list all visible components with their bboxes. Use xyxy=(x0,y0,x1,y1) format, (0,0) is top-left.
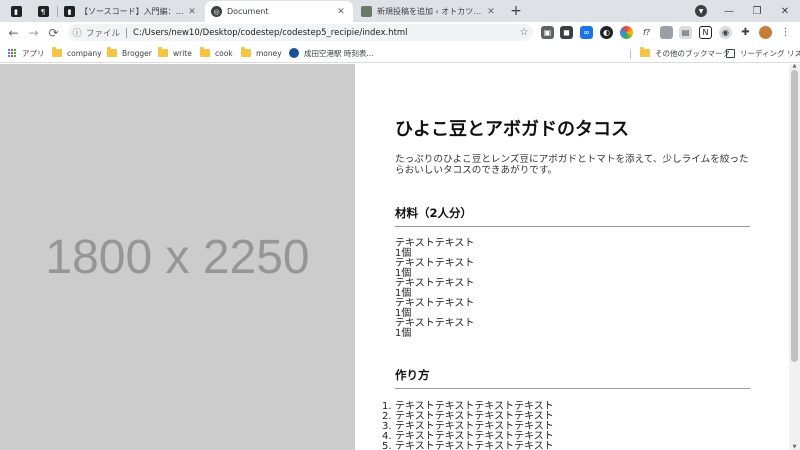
folder-icon xyxy=(640,47,650,57)
bookmark-label: Brogger xyxy=(122,48,152,58)
notion-extension-icon[interactable]: N xyxy=(699,26,712,39)
placeholder-size-text: 1800 x 2250 xyxy=(45,230,310,284)
globe-icon: ◎ xyxy=(211,6,222,17)
close-button[interactable]: ✕ xyxy=(771,0,799,22)
bookmark-apps[interactable]: アプリ xyxy=(8,46,45,60)
forward-button[interactable]: → xyxy=(25,24,42,41)
address-bar[interactable]: ⓘ ファイル C:/Users/new10/Desktop/codestep/c… xyxy=(68,24,533,41)
bookmark-label: アプリ xyxy=(22,48,45,58)
bookmark-label: 成田空港駅 時刻表... xyxy=(304,48,374,58)
browser-window: ▮ ¶ ▮ 【ソースコード】入門編：レシピサイト… ✕ ◎ Document ✕… xyxy=(0,0,800,450)
bookmark-label: write xyxy=(173,48,192,58)
step-text: テキストテキストテキストテキスト xyxy=(395,441,554,450)
bookmark-folder-money[interactable]: money xyxy=(241,46,282,60)
tab-close-icon[interactable]: ✕ xyxy=(485,7,497,17)
tab-close-icon[interactable]: ✕ xyxy=(186,7,198,17)
reload-button[interactable]: ⟳ xyxy=(45,24,62,41)
link-extension-icon[interactable]: ∞ xyxy=(580,26,593,39)
menu-kebab-icon[interactable]: ⋮ xyxy=(779,26,792,39)
bookmark-label: money xyxy=(256,48,282,58)
bookmark-folder-company[interactable]: company xyxy=(52,46,102,60)
extension-icon[interactable]: ◉ xyxy=(719,26,732,39)
scrollbar-thumb[interactable] xyxy=(791,70,798,362)
extension-icon[interactable] xyxy=(660,26,673,39)
scroll-up-arrow[interactable]: ▲ xyxy=(791,64,798,69)
tab-favicon-icon: ▮ xyxy=(64,6,75,17)
bookmark-star-icon[interactable]: ☆ xyxy=(515,27,533,38)
camera-extension-icon[interactable]: ▣ xyxy=(541,26,554,39)
bookmark-label: リーディング リスト xyxy=(740,48,800,58)
folder-icon xyxy=(241,47,251,57)
tab-close-icon[interactable]: ✕ xyxy=(335,7,347,17)
puzzle-extensions-icon[interactable]: ✚ xyxy=(739,26,752,39)
ingredients-heading: 材料（2人分） xyxy=(395,205,750,227)
tab-recipe-source[interactable]: ▮ 【ソースコード】入門編：レシピサイト… ✕ xyxy=(58,1,204,22)
minimize-button[interactable]: — xyxy=(715,0,743,22)
folder-icon xyxy=(158,47,168,57)
recipe-intro: たっぷりのひよこ豆とレンズ豆にアボガドとトマトを添えて、少しライムを絞ったらおい… xyxy=(395,154,749,176)
bookmark-label: その他のブックマーク xyxy=(655,48,730,58)
maximize-button[interactable]: ❐ xyxy=(743,0,771,22)
page-title: ひよこ豆とアボガドのタコス xyxy=(395,119,629,140)
back-button[interactable]: ← xyxy=(5,24,22,41)
bookmark-label: cook xyxy=(215,48,233,58)
tab-new-post[interactable]: 新規投稿を追加 ‹ オトカツ2.0 — W… ✕ xyxy=(355,1,503,22)
steps-heading: 作り方 xyxy=(395,367,750,389)
reading-list-icon xyxy=(726,48,735,58)
tab-favicon-icon: ¶ xyxy=(37,6,49,17)
ingredients-list: テキストテキスト 1個 テキストテキスト 1個 テキストテキスト 1個 テキストテキスト 1個… xyxy=(395,239,474,339)
ingredient-amount: 1個 xyxy=(395,328,412,339)
steps-list: 1. テキストテキストテキストテキスト 2. テキストテキストテキストテキスト 3. テキ… xyxy=(382,402,554,450)
folder-icon xyxy=(52,47,62,57)
tab-favicon-icon: ▮ xyxy=(10,6,22,17)
tab-title: 【ソースコード】入門編：レシピサイト… xyxy=(80,7,186,16)
tab-pinned-1[interactable]: ▮ xyxy=(4,1,28,22)
extension-icon[interactable]: ◐ xyxy=(600,26,613,39)
folder-icon xyxy=(200,47,210,57)
scroll-down-arrow[interactable]: ▼ xyxy=(791,445,798,450)
folder-icon xyxy=(107,47,117,57)
avatar[interactable] xyxy=(759,26,772,39)
extension-icon[interactable]: ▤ xyxy=(679,26,692,39)
info-icon[interactable]: ⓘ xyxy=(68,26,86,39)
tab-pinned-2[interactable]: ¶ xyxy=(31,1,55,22)
scheme-label: ファイル xyxy=(86,28,121,39)
tab-search-button[interactable]: ▼ xyxy=(695,5,707,17)
step-item: 5. テキストテキストテキストテキスト xyxy=(382,441,554,450)
color-picker-extension-icon[interactable] xyxy=(620,26,633,39)
bookmarks-bar: アプリ company Brogger write cook money 成田空… xyxy=(0,43,800,63)
new-tab-button[interactable]: + xyxy=(508,2,524,20)
apps-grid-icon xyxy=(8,48,17,58)
reading-list-button[interactable]: リーディング リスト xyxy=(726,46,800,60)
page-viewport: 1800 x 2250 ひよこ豆とアボガドのタコス たっぷりのひよこ豆とレンズ豆… xyxy=(0,64,800,450)
bookmark-folder-cook[interactable]: cook xyxy=(200,46,233,60)
bookmark-folder-brogger[interactable]: Brogger xyxy=(107,46,152,60)
tab-favicon-icon xyxy=(361,6,372,17)
extension-icon[interactable]: ◼ xyxy=(560,26,573,39)
hero-placeholder-image: 1800 x 2250 xyxy=(0,64,355,450)
bookmark-folder-write[interactable]: write xyxy=(158,46,192,60)
tab-title: Document xyxy=(227,7,269,16)
bookmark-folder-other[interactable]: その他のブックマーク xyxy=(640,46,730,60)
bookmark-label: company xyxy=(67,48,102,58)
page-scrollbar[interactable]: ▲ ▼ xyxy=(789,64,800,450)
browser-toolbar: ← → ⟳ ⓘ ファイル C:/Users/new10/Desktop/code… xyxy=(0,22,800,43)
url-text[interactable]: C:/Users/new10/Desktop/codestep/codestep… xyxy=(133,28,515,38)
step-number: 5. xyxy=(382,441,392,450)
tab-strip: ▮ ¶ ▮ 【ソースコード】入門編：レシピサイト… ✕ ◎ Document ✕… xyxy=(0,0,800,22)
train-icon xyxy=(289,48,299,58)
tab-document[interactable]: ◎ Document ✕ xyxy=(205,1,353,22)
bookmark-narita-timetable[interactable]: 成田空港駅 時刻表... xyxy=(289,46,374,60)
formula-extension-icon[interactable]: f? xyxy=(640,26,653,39)
tab-title: 新規投稿を追加 ‹ オトカツ2.0 — W… xyxy=(377,7,485,16)
